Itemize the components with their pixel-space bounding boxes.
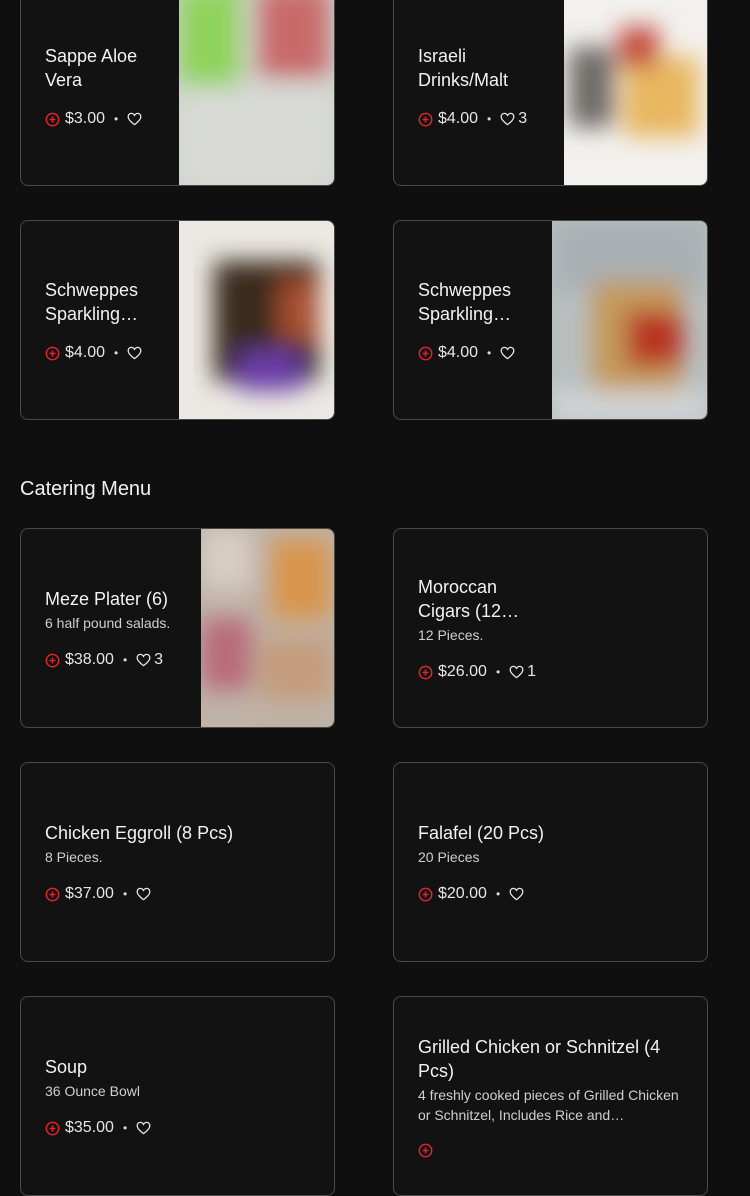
menu-item-description: 20 Pieces bbox=[418, 849, 480, 865]
menu-item-info: Schweppes Sparkling… $4.00 • bbox=[45, 221, 170, 419]
menu-item-info: Sappe Aloe Vera $3.00 • bbox=[45, 0, 175, 185]
menu-item-card[interactable]: Sappe Aloe Vera $3.00 • bbox=[20, 0, 335, 186]
menu-item-title: Grilled Chicken or Schnitzel (4 Pcs) bbox=[418, 1036, 661, 1081]
heart-icon[interactable] bbox=[500, 346, 515, 360]
menu-item-info: Chicken Eggroll (8 Pcs) 8 Pieces. $37.00… bbox=[45, 763, 315, 961]
menu-item-meta: $26.00 • 1 bbox=[418, 663, 543, 681]
menu-item-info: Schweppes Sparkling… $4.00 • bbox=[418, 221, 543, 419]
menu-item-meta: $4.00 • bbox=[45, 344, 170, 362]
menu-item-price: $3.00 bbox=[65, 110, 106, 127]
menu-item-price: $4.00 bbox=[65, 344, 106, 361]
menu-item-image bbox=[179, 221, 334, 419]
plus-circle-icon[interactable] bbox=[45, 887, 60, 902]
menu-item-title: Soup bbox=[45, 1057, 88, 1077]
menu-item-meta: $4.00 • bbox=[418, 344, 543, 362]
plus-circle-icon[interactable] bbox=[418, 887, 433, 902]
heart-icon[interactable] bbox=[127, 112, 142, 126]
plus-circle-icon[interactable] bbox=[45, 112, 60, 127]
like-count: 3 bbox=[518, 110, 528, 127]
like-count: 1 bbox=[527, 663, 537, 680]
menu-item-price: $38.00 bbox=[65, 651, 114, 668]
section-title: Catering Menu bbox=[20, 478, 152, 500]
separator-dot: • bbox=[487, 346, 492, 360]
menu-item-title: Chicken Eggroll (8 Pcs) bbox=[45, 823, 234, 843]
menu-item-info: Moroccan Cigars (12… 12 Pieces. $26.00 •… bbox=[418, 529, 543, 727]
plus-circle-icon[interactable] bbox=[45, 346, 60, 361]
menu-item-title: Sappe Aloe Vera bbox=[45, 46, 138, 90]
menu-item-card[interactable]: Schweppes Sparkling… $4.00 • bbox=[393, 220, 708, 420]
menu-item-meta: $37.00 • bbox=[45, 885, 315, 903]
menu-item-card[interactable]: Falafel (20 Pcs) 20 Pieces $20.00 • bbox=[393, 762, 708, 962]
menu-item-description: 6 half pound salads. bbox=[45, 615, 171, 631]
menu-item-card[interactable]: Moroccan Cigars (12… 12 Pieces. $26.00 •… bbox=[393, 528, 708, 728]
menu-item-image bbox=[552, 221, 707, 419]
plus-circle-icon[interactable] bbox=[418, 665, 433, 680]
menu-item-meta: $3.00 • bbox=[45, 110, 175, 128]
menu-item-price: $35.00 bbox=[65, 1119, 114, 1136]
menu-item-card[interactable]: Meze Plater (6) 6 half pound salads. $38… bbox=[20, 528, 335, 728]
plus-circle-icon[interactable] bbox=[418, 112, 433, 127]
separator-dot: • bbox=[114, 112, 119, 126]
heart-icon[interactable] bbox=[509, 665, 524, 679]
menu-item-price: $4.00 bbox=[438, 110, 479, 127]
menu-item-meta: $20.00 • bbox=[418, 885, 688, 903]
separator-dot: • bbox=[495, 887, 501, 901]
menu-item-price: $20.00 bbox=[438, 885, 487, 902]
menu-item-price: $37.00 bbox=[65, 885, 114, 902]
menu-item-image bbox=[179, 0, 334, 185]
menu-item-title: Meze Plater (6) bbox=[45, 589, 169, 609]
plus-circle-icon[interactable] bbox=[45, 653, 60, 668]
menu-item-info: Soup 36 Ounce Bowl $35.00 • bbox=[45, 997, 315, 1195]
heart-icon[interactable] bbox=[136, 653, 151, 667]
menu-item-price: $4.00 bbox=[438, 344, 479, 361]
heart-icon[interactable] bbox=[136, 1121, 151, 1135]
menu-item-card[interactable]: Israeli Drinks/Malt $4.00 • 3 bbox=[393, 0, 708, 186]
like-count: 3 bbox=[154, 651, 164, 668]
menu-item-meta: $38.00 • 3 bbox=[45, 651, 185, 669]
menu-item-title: Moroccan Cigars (12… bbox=[418, 577, 520, 621]
menu-item-title: Falafel (20 Pcs) bbox=[418, 823, 545, 843]
menu-item-card[interactable]: Chicken Eggroll (8 Pcs) 8 Pieces. $37.00… bbox=[20, 762, 335, 962]
separator-dot: • bbox=[487, 112, 492, 126]
heart-icon[interactable] bbox=[509, 887, 524, 901]
menu-item-title: Schweppes Sparkling… bbox=[45, 280, 139, 324]
menu-item-info: Falafel (20 Pcs) 20 Pieces $20.00 • bbox=[418, 763, 688, 961]
separator-dot: • bbox=[122, 887, 128, 901]
menu-item-info: Israeli Drinks/Malt $4.00 • 3 bbox=[418, 0, 558, 185]
separator-dot: • bbox=[114, 346, 119, 360]
separator-dot: • bbox=[495, 665, 501, 679]
separator-dot: • bbox=[122, 1121, 128, 1135]
menu-item-info: Grilled Chicken or Schnitzel (4 Pcs) 4 f… bbox=[418, 997, 688, 1195]
menu-item-image bbox=[564, 0, 707, 185]
menu-item-card[interactable]: Grilled Chicken or Schnitzel (4 Pcs) 4 f… bbox=[393, 996, 708, 1196]
menu-item-info: Meze Plater (6) 6 half pound salads. $38… bbox=[45, 529, 185, 727]
heart-icon[interactable] bbox=[136, 887, 151, 901]
menu-item-description: 12 Pieces. bbox=[418, 627, 484, 643]
menu-item-image bbox=[201, 529, 334, 727]
heart-icon[interactable] bbox=[500, 112, 515, 126]
menu-item-title: Schweppes Sparkling… bbox=[418, 280, 512, 324]
menu-item-meta: $4.00 • 3 bbox=[418, 110, 558, 128]
separator-dot: • bbox=[122, 653, 128, 667]
menu-item-description: 8 Pieces. bbox=[45, 849, 103, 865]
heart-icon[interactable] bbox=[127, 346, 142, 360]
plus-circle-icon[interactable] bbox=[45, 1121, 60, 1136]
menu-item-description: 4 freshly cooked pieces of Grilled Chick… bbox=[418, 1086, 679, 1123]
menu-item-meta: $35.00 • bbox=[45, 1119, 315, 1137]
menu-item-card[interactable]: Schweppes Sparkling… $4.00 • bbox=[20, 220, 335, 420]
menu-item-price: $26.00 bbox=[438, 663, 487, 680]
menu-item-card[interactable]: Soup 36 Ounce Bowl $35.00 • bbox=[20, 996, 335, 1196]
menu-item-title: Israeli Drinks/Malt bbox=[418, 46, 509, 90]
plus-circle-icon[interactable] bbox=[418, 346, 433, 361]
menu-item-description: 36 Ounce Bowl bbox=[45, 1083, 140, 1099]
